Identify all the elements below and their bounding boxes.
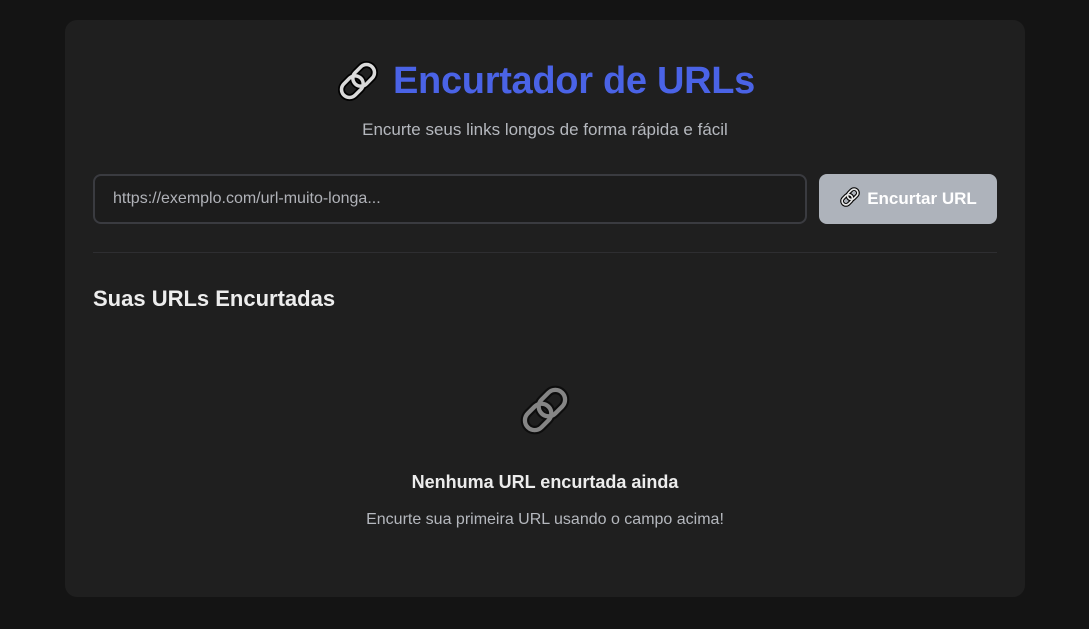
empty-state-description: Encurte sua primeira URL usando o campo … (366, 511, 724, 528)
url-input[interactable] (93, 174, 807, 224)
link-icon (839, 186, 861, 213)
header: Encurtador de URLs (65, 56, 1025, 106)
empty-state: Nenhuma URL encurtada ainda Encurte sua … (65, 382, 1025, 529)
link-icon (335, 58, 381, 104)
page-title: Encurtador de URLs (393, 59, 755, 102)
section-title: Suas URLs Encurtadas (93, 286, 336, 311)
link-icon (65, 382, 1025, 438)
divider (93, 252, 997, 253)
empty-state-title: Nenhuma URL encurtada ainda (411, 472, 679, 492)
page-subtitle: Encurte seus links longos de forma rápid… (362, 120, 728, 139)
shorten-button-label: Encurtar URL (867, 189, 977, 208)
shorten-url-button[interactable]: Encurtar URL (819, 174, 997, 224)
shortener-card: Encurtador de URLs Encurte seus links lo… (65, 20, 1025, 597)
